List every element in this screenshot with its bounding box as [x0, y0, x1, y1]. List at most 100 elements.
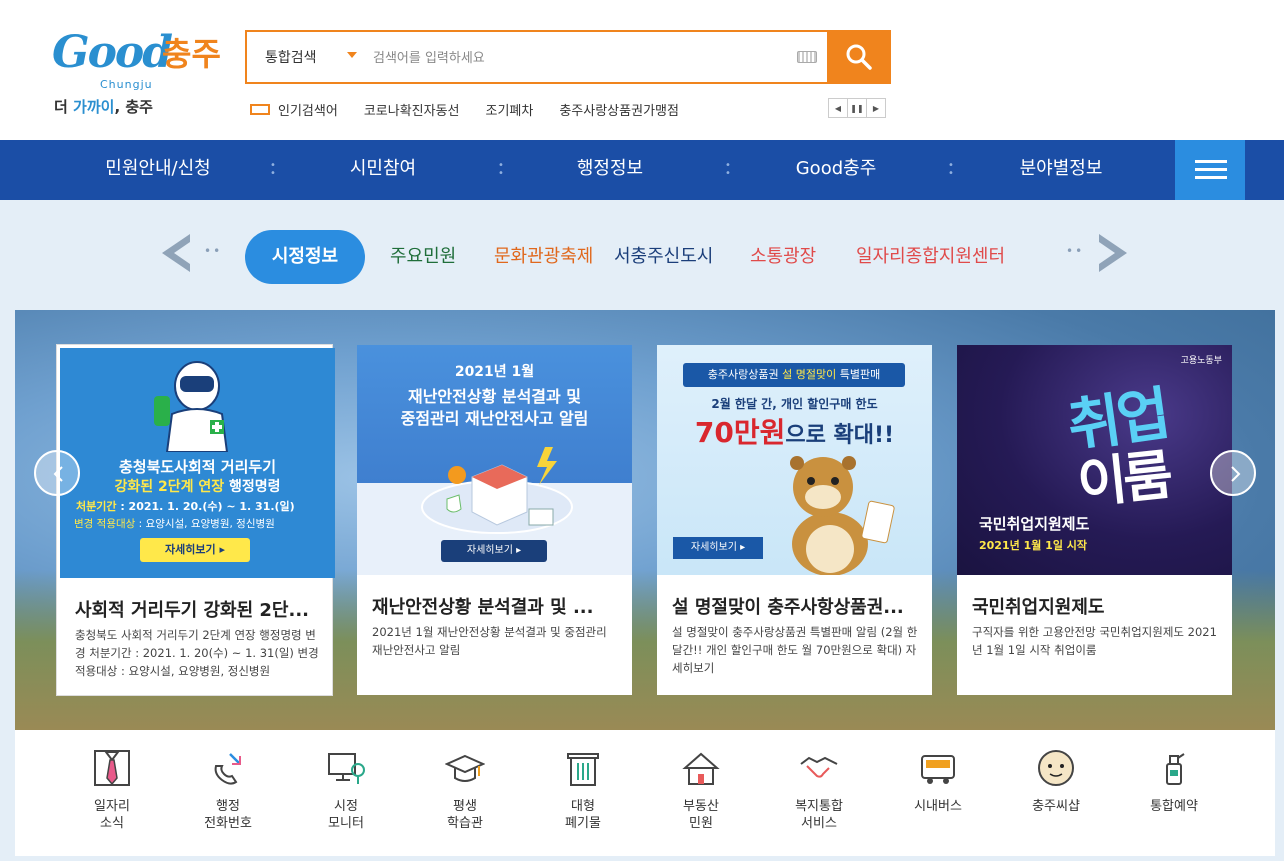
quick-item-waste[interactable]: 대형 폐기물: [524, 748, 642, 832]
main-nav: 민원안내/신청 • • 시민참여 • • 행정정보 • • Good충주 • • 분야별…: [0, 140, 1284, 200]
tab-city-info[interactable]: 시정정보: [245, 230, 365, 284]
card-art-text: 변경 적용대상 : 요양시설, 요양병원, 정신병원: [74, 518, 275, 530]
quick-item-label: 복지통합 서비스: [795, 799, 843, 831]
graduation-cap-icon: [445, 754, 485, 782]
quick-item-learning[interactable]: 평생 학습관: [406, 748, 524, 832]
quick-item-label: 행정 전화번호: [204, 799, 252, 831]
nav-separator: • •: [725, 160, 731, 179]
logo-slogan: 더 가까이, 충주: [54, 98, 153, 116]
news-carousel: 충청북도사회적 거리두기 강화된 2단계 연장 행정명령 처분기간 : 2021…: [15, 310, 1275, 730]
category-next-button[interactable]: [1097, 232, 1129, 274]
card-more-button[interactable]: 자세히보기 ▸: [673, 537, 763, 559]
popular-keyword-label: 인기검색어: [278, 104, 338, 119]
quick-item-label: 평생 학습관: [447, 799, 483, 831]
quick-item-bus[interactable]: 시내버스: [879, 748, 997, 815]
prev-icon[interactable]: ◀: [828, 98, 848, 118]
card-title: 설 명절맞이 충주사항상품권...: [672, 597, 904, 618]
card-more-button[interactable]: 자세히보기 ▸: [140, 538, 250, 562]
nav-separator: • •: [498, 160, 504, 179]
otter-mascot-icon: [790, 456, 895, 575]
nav-item-participation[interactable]: 시민참여: [288, 140, 478, 200]
card-art-text: 2021년 1월 1일 시작: [979, 539, 1088, 552]
card-art-text: 충청북도사회적 거리두기: [118, 458, 277, 476]
card-image: 2021년 1월 재난안전상황 분석결과 및 중점관리 재난안전사고 알림 자세…: [357, 345, 632, 575]
nav-separator: • •: [270, 160, 276, 179]
quick-item-label: 일자리 소식: [94, 799, 130, 831]
popular-keywords: 인기검색어 코로나확진자동선 조기폐차 충주사랑상품권가맹점: [250, 100, 705, 119]
card-title: 사회적 거리두기 강화된 2단...: [75, 600, 309, 621]
card-description: 설 명절맞이 충주사랑상품권 특별판매 알림 (2월 한달간!! 개인 할인구매…: [672, 625, 918, 675]
hamburger-icon: [1195, 160, 1227, 163]
card-more-button[interactable]: 자세히보기 ▸: [441, 540, 547, 562]
keyboard-icon[interactable]: [797, 51, 817, 63]
tab-communication[interactable]: 소통광장: [750, 230, 816, 284]
logo-sub-text: Chungju: [100, 78, 153, 91]
card-image: 충청북도사회적 거리두기 강화된 2단계 연장 행정명령 처분기간 : 2021…: [60, 348, 335, 578]
category-prev-button[interactable]: [160, 232, 192, 274]
mascot-icon: [1038, 750, 1074, 786]
card-art-text: 충주사랑상품권 설 명절맞이 특별판매: [683, 363, 905, 387]
dots-icon: ••: [1066, 244, 1085, 258]
search-button[interactable]: [827, 30, 891, 84]
popular-keyword-icon: [250, 104, 270, 115]
search-scope-select[interactable]: 통합검색: [265, 47, 317, 67]
phone-icon: [214, 753, 241, 785]
news-card[interactable]: 충청북도사회적 거리두기 강화된 2단계 연장 행정명령 처분기간 : 2021…: [56, 344, 335, 696]
spray-bottle-icon: [1166, 753, 1185, 785]
quick-item-jobs[interactable]: 일자리 소식: [53, 748, 171, 832]
card-art-text: 재난안전상황 분석결과 및: [407, 387, 582, 406]
logo-city-text: 충주: [162, 35, 221, 73]
tab-culture-tourism[interactable]: 문화관광축제: [494, 230, 593, 284]
building-illustration-icon: [421, 447, 573, 534]
card-art-text: 국민취업지원제도: [979, 515, 1090, 533]
search-icon: [846, 44, 872, 70]
card-art-text: 중점관리 재난안전사고 알림: [400, 409, 589, 428]
news-card[interactable]: 고용노동부 취업 이룸 국민취업지원제도 2021년 1월 1일 시작 국민취업…: [957, 345, 1232, 695]
nav-separator: • •: [948, 160, 954, 179]
next-icon[interactable]: ▶: [866, 98, 886, 118]
card-image: 고용노동부 취업 이룸 국민취업지원제도 2021년 1월 1일 시작: [957, 345, 1232, 575]
popular-keyword-item[interactable]: 충주사랑상품권가맹점: [559, 100, 679, 119]
carousel-next-button[interactable]: [1210, 450, 1256, 496]
quick-item-label: 부동산 민원: [683, 799, 719, 831]
card-description: 충청북도 사회적 거리두기 2단계 연장 행정명령 변경 처분기간 : 2021…: [75, 628, 319, 678]
quick-item-phone[interactable]: 행정 전화번호: [169, 748, 287, 832]
quick-item-mascot[interactable]: 충주씨샵: [997, 748, 1115, 815]
quick-item-monitor[interactable]: 시정 모니터: [287, 748, 405, 832]
quick-item-welfare[interactable]: 복지통합 서비스: [760, 748, 878, 832]
hamburger-menu-button[interactable]: [1175, 140, 1245, 200]
pause-icon[interactable]: ❚❚: [847, 98, 867, 118]
popular-keyword-item[interactable]: 코로나확진자동선: [364, 100, 460, 119]
site-header: Good 충주 Chungju 더 가까이, 충주 통합검색 인기검색어 코로나…: [0, 0, 1284, 140]
nav-item-civil[interactable]: 민원안내/신청: [63, 140, 253, 200]
card-art-text: 70만원으로 확대!!: [694, 416, 895, 449]
news-card[interactable]: 2021년 1월 재난안전상황 분석결과 및 중점관리 재난안전사고 알림 자세…: [357, 345, 632, 695]
hamburger-icon-bar: [1195, 176, 1227, 179]
caret-down-icon[interactable]: [347, 52, 357, 58]
card-art-text: 이룸: [1074, 443, 1172, 516]
handshake-icon: [800, 756, 838, 778]
carousel-prev-button[interactable]: [34, 450, 80, 496]
popular-keyword-item[interactable]: 조기폐차: [486, 100, 534, 119]
house-icon: [682, 752, 720, 785]
nav-item-fields[interactable]: 분야별정보: [966, 140, 1156, 200]
nav-item-good[interactable]: Good충주: [741, 140, 931, 200]
quick-item-label: 시정 모니터: [328, 799, 364, 831]
tab-job-center[interactable]: 일자리종합지원센터: [856, 230, 1005, 284]
card-art-text: 2021년 1월: [454, 364, 535, 380]
necktie-icon: [94, 750, 130, 786]
nav-item-admin[interactable]: 행정정보: [515, 140, 705, 200]
tab-main-civil[interactable]: 주요민원: [390, 230, 456, 284]
card-description: 2021년 1월 재난안전상황 분석결과 및 중점관리 재난안전사고 알림: [372, 625, 607, 657]
site-logo[interactable]: Good 충주 Chungju 더 가까이, 충주: [52, 28, 222, 120]
card-art-text: 강화된 2단계 연장 행정명령: [114, 479, 281, 495]
news-card[interactable]: 충주사랑상품권 설 명절맞이 특별판매 2월 한달 간, 개인 할인구매 한도 …: [657, 345, 932, 695]
card-description: 구직자를 위한 고용안전망 국민취업지원제도 2021년 1월 1일 시작 취업…: [972, 625, 1217, 657]
search-input[interactable]: [373, 46, 783, 70]
quick-item-label: 시내버스: [914, 799, 962, 814]
card-image: 충주사랑상품권 설 명절맞이 특별판매 2월 한달 간, 개인 할인구매 한도 …: [657, 345, 932, 575]
quick-item-realestate[interactable]: 부동산 민원: [642, 748, 760, 832]
quick-item-reservation[interactable]: 통합예약: [1115, 748, 1233, 815]
tab-new-city[interactable]: 서충주신도시: [614, 230, 713, 284]
quick-item-label: 대형 폐기물: [565, 799, 601, 831]
